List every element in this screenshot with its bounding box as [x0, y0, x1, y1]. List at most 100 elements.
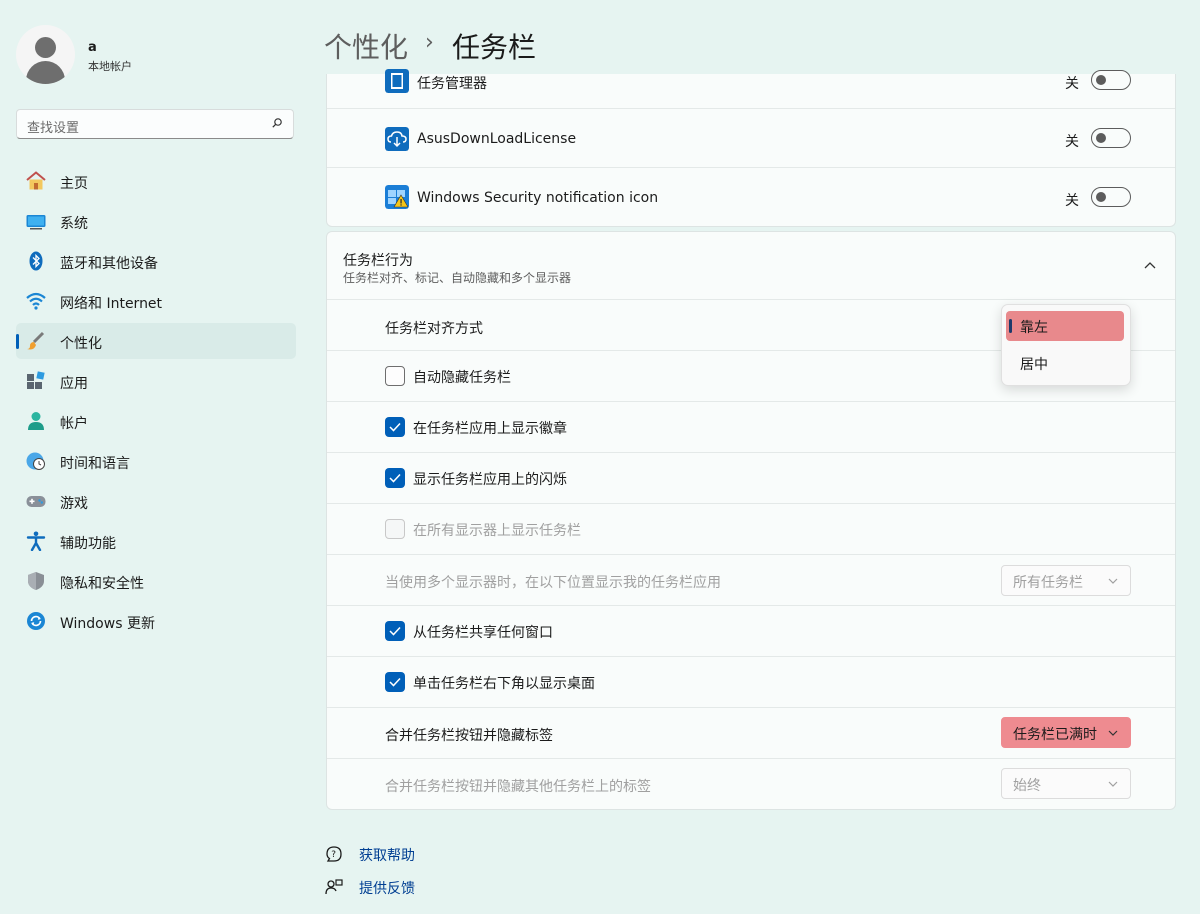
link-label: 提供反馈 [359, 881, 415, 897]
tray-icon-row: 任务管理器 关 [327, 69, 1175, 109]
sidebar-item-label: 辅助功能 [60, 536, 116, 552]
chevron-up-icon[interactable] [1144, 261, 1156, 269]
checkbox-row[interactable]: 在任务栏应用上显示徽章 [327, 402, 1175, 453]
sidebar-item-label: 游戏 [60, 496, 88, 512]
system-icon [26, 215, 46, 230]
toggle-state-text: 关 [1065, 134, 1079, 150]
combine-other-label: 合并任务栏按钮并隐藏其他任务栏上的标签 [385, 779, 651, 795]
shield-icon [28, 572, 44, 590]
globe-clock-icon [26, 452, 45, 470]
search-placeholder: 查找设置 [27, 121, 80, 136]
search-input[interactable]: 查找设置 [16, 109, 294, 139]
selection-indicator [16, 334, 19, 349]
sidebar-item-bluetooth[interactable]: 蓝牙和其他设备 [16, 243, 296, 279]
sidebar-item-label: 帐户 [60, 416, 88, 432]
sidebar-item-apps[interactable]: 应用 [16, 363, 296, 399]
show-badges-checkbox[interactable] [385, 417, 405, 437]
sidebar-item-label: 主页 [60, 176, 88, 192]
combine-buttons-dropdown[interactable]: 任务栏已满时 [1001, 717, 1131, 748]
sidebar-item-label: 隐私和安全性 [60, 576, 144, 592]
option-label: 居中 [1020, 357, 1048, 373]
svg-text:?: ? [331, 850, 336, 860]
sidebar-item-accessibility[interactable]: 辅助功能 [16, 523, 296, 559]
taskbar-behaviors-header[interactable]: 任务栏行为 任务栏对齐、标记、自动隐藏和多个显示器 [327, 232, 1175, 300]
bluetooth-icon [29, 251, 43, 271]
give-feedback-link[interactable]: 提供反馈 [325, 878, 465, 898]
get-help-link[interactable]: ? 获取帮助 [325, 845, 465, 865]
sidebar-item-personalization[interactable]: 个性化 [16, 323, 296, 359]
sidebar-item-system[interactable]: 系统 [16, 203, 296, 239]
tray-icon-row: Windows Security notification icon 关 [327, 168, 1175, 227]
task-manager-toggle[interactable] [1091, 70, 1131, 90]
combine-other-dropdown: 始终 [1001, 768, 1131, 799]
windows-security-icon [385, 185, 409, 209]
alignment-option-left[interactable]: 靠左 [1006, 311, 1124, 341]
task-manager-icon [385, 69, 409, 93]
sidebar-item-label: 个性化 [60, 336, 102, 352]
tray-icon-row: AsusDownLoadLicense 关 [327, 109, 1175, 168]
breadcrumb-separator: › [425, 30, 434, 55]
tray-icon-label: 任务管理器 [417, 76, 487, 92]
user-name: a [88, 40, 97, 55]
cloud-download-icon [385, 127, 409, 151]
sidebar-item-time-language[interactable]: 时间和语言 [16, 443, 296, 479]
sidebar-item-windows-update[interactable]: Windows 更新 [16, 603, 296, 639]
checkbox-label: 从任务栏共享任何窗口 [413, 625, 553, 641]
feedback-icon [325, 879, 343, 895]
asus-download-license-toggle[interactable] [1091, 128, 1131, 148]
auto-hide-checkbox[interactable] [385, 366, 405, 386]
sidebar-item-privacy[interactable]: 隐私和安全性 [16, 563, 296, 599]
selected-indicator [1009, 319, 1012, 333]
user-avatar[interactable] [16, 25, 75, 84]
sidebar-item-label: Windows 更新 [60, 616, 155, 632]
help-icon: ? [326, 846, 342, 862]
sidebar-item-label: 应用 [60, 376, 88, 392]
sidebar-item-gaming[interactable]: 游戏 [16, 483, 296, 519]
share-window-checkbox[interactable] [385, 621, 405, 641]
dropdown-value: 任务栏已满时 [1013, 727, 1097, 743]
combine-buttons-row: 合并任务栏按钮并隐藏标签 任务栏已满时 [327, 708, 1175, 759]
checkbox-row[interactable]: 单击任务栏右下角以显示桌面 [327, 657, 1175, 708]
checkbox-label: 自动隐藏任务栏 [413, 370, 511, 386]
section-title: 任务栏行为 [343, 253, 413, 269]
checkbox-label: 在任务栏应用上显示徽章 [413, 421, 567, 437]
windows-security-toggle[interactable] [1091, 187, 1131, 207]
brush-icon [27, 331, 45, 350]
checkbox-label: 单击任务栏右下角以显示桌面 [413, 676, 595, 692]
tray-icon-label: Windows Security notification icon [417, 190, 659, 206]
dropdown-value: 所有任务栏 [1013, 575, 1083, 591]
search-icon [272, 118, 282, 128]
breadcrumb-parent[interactable]: 个性化 [324, 26, 408, 66]
other-tray-icons-card: 任务管理器 关 AsusDownLoadLicense 关 Windows Se… [326, 69, 1176, 227]
sidebar-item-accounts[interactable]: 帐户 [16, 403, 296, 439]
page-title: 任务栏 [452, 31, 537, 64]
sidebar-item-label: 蓝牙和其他设备 [60, 256, 158, 272]
checkbox-row[interactable]: 显示任务栏应用上的闪烁 [327, 453, 1175, 504]
chevron-down-icon [1108, 781, 1118, 787]
account-icon [28, 412, 44, 430]
combine-label: 合并任务栏按钮并隐藏标签 [385, 728, 553, 744]
alignment-label: 任务栏对齐方式 [385, 321, 483, 337]
sidebar-item-network[interactable]: 网络和 Internet [16, 283, 296, 319]
update-icon [27, 612, 45, 630]
all-displays-checkbox [385, 519, 405, 539]
checkbox-row: 在所有显示器上显示任务栏 [327, 504, 1175, 555]
chevron-down-icon [1108, 730, 1118, 736]
multi-monitor-dropdown: 所有任务栏 [1001, 565, 1131, 596]
alignment-option-center[interactable]: 居中 [1006, 348, 1124, 378]
sidebar-item-label: 时间和语言 [60, 456, 130, 472]
show-flashing-checkbox[interactable] [385, 468, 405, 488]
apps-icon [27, 371, 45, 389]
toggle-state-text: 关 [1065, 193, 1079, 209]
option-label: 靠左 [1020, 320, 1048, 336]
alignment-dropdown-menu[interactable]: 靠左 居中 [1001, 304, 1131, 386]
section-subtitle: 任务栏对齐、标记、自动隐藏和多个显示器 [343, 271, 572, 285]
show-desktop-checkbox[interactable] [385, 672, 405, 692]
gamepad-icon [26, 496, 46, 507]
multi-monitor-label: 当使用多个显示器时，在以下位置显示我的任务栏应用 [385, 575, 721, 591]
toggle-state-text: 关 [1065, 76, 1079, 92]
sidebar-item-home[interactable]: 主页 [16, 163, 296, 199]
checkbox-row[interactable]: 从任务栏共享任何窗口 [327, 606, 1175, 657]
combine-other-row: 合并任务栏按钮并隐藏其他任务栏上的标签 始终 [327, 759, 1175, 810]
dropdown-value: 始终 [1013, 778, 1041, 794]
